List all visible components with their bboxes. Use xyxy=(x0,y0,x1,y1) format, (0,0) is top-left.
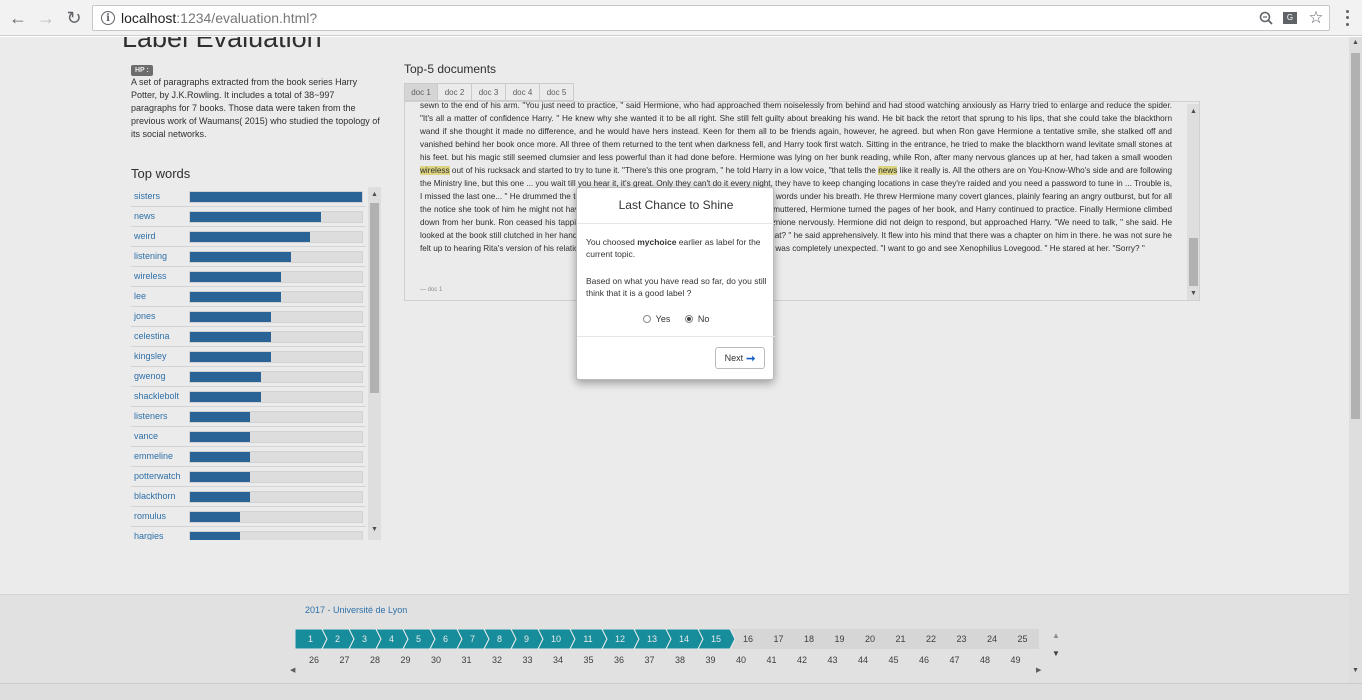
dialog-question: Based on what you have read so far, do y… xyxy=(586,276,767,298)
browser-toolbar: ← → ↻ i localhost:1234/evaluation.html? … xyxy=(0,0,1362,36)
reload-icon[interactable]: ↻ xyxy=(64,8,84,28)
next-button[interactable]: Next ➞ xyxy=(715,347,765,369)
yes-radio[interactable]: Yes xyxy=(642,314,671,324)
info-icon[interactable]: i xyxy=(101,11,115,25)
radio-button-icon[interactable] xyxy=(642,315,651,323)
dialog-message: You choosed mychoice earlier as label fo… xyxy=(586,236,768,260)
url-path: :1234/evaluation.html? xyxy=(176,10,318,26)
message-prefix: You choosed xyxy=(586,237,638,247)
next-label: Next xyxy=(724,353,744,363)
no-radio[interactable]: No xyxy=(684,314,710,324)
yes-label: Yes xyxy=(655,314,671,324)
label-check-dialog: Last Chance to Shine You choosed mychoic… xyxy=(576,187,775,380)
url-host: localhost xyxy=(121,10,177,26)
answer-radio-group: Yes No xyxy=(577,314,775,325)
bookmark-star-icon[interactable]: ☆ xyxy=(1307,8,1325,27)
back-arrow-icon[interactable]: ← xyxy=(8,8,28,28)
divider xyxy=(577,223,775,224)
arrow-right-icon: ➞ xyxy=(746,352,756,365)
forward-arrow-icon[interactable]: → xyxy=(36,8,56,28)
radio-button-icon[interactable] xyxy=(684,315,693,323)
no-label: No xyxy=(697,314,710,324)
menu-dots-icon[interactable] xyxy=(1340,8,1354,28)
url-text[interactable]: localhost:1234/evaluation.html? xyxy=(121,10,317,26)
chosen-label: mychoice xyxy=(637,237,677,247)
dialog-title: Last Chance to Shine xyxy=(618,198,734,212)
address-bar[interactable]: i localhost:1234/evaluation.html? G ☆ xyxy=(92,5,1330,31)
zoom-icon[interactable] xyxy=(1257,9,1275,27)
divider xyxy=(577,336,775,337)
translate-icon[interactable]: G xyxy=(1281,9,1299,27)
